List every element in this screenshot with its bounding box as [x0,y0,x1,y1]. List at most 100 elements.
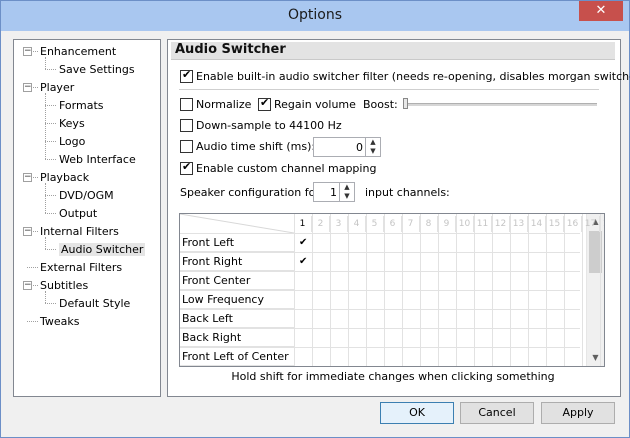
cancel-button[interactable]: Cancel [460,402,534,424]
ok-button[interactable]: OK [380,402,454,424]
scroll-down-icon[interactable]: ▼ [587,350,604,366]
time-shift-spinner[interactable]: 0 ▲ ▼ [313,137,381,157]
grid-column-header: 5 [366,216,384,232]
tree-item-label: Logo [59,135,86,148]
tree-item-label: Formats [59,99,104,112]
collapse-icon[interactable]: − [23,281,32,290]
tree-item-label: Keys [59,117,85,130]
regain-volume-label[interactable]: Regain volume [274,98,356,111]
check-icon[interactable]: ✔ [299,237,307,248]
grid-row-label: Front Left of Center [180,347,294,366]
grid-column-header: 15 [546,216,564,232]
tree-connector [45,249,56,250]
tree-item-external-filters[interactable]: External Filters [40,259,122,276]
collapse-icon[interactable]: − [23,173,32,182]
collapse-icon[interactable]: − [23,83,32,92]
tree-item-logo[interactable]: Logo [59,133,85,150]
tree-item-label: Default Style [59,297,131,310]
tree-item-subtitles[interactable]: Subtitles [40,277,88,294]
boost-label: Boost: [363,98,398,111]
tree-connector [45,69,56,70]
custom-mapping-label[interactable]: Enable custom channel mapping [196,162,376,175]
tree-item-playback[interactable]: Playback [40,169,89,186]
grid-corner [180,214,294,233]
collapse-icon[interactable]: − [23,47,32,56]
tree-item-label: Web Interface [59,153,136,166]
grid-column-header: 1 [294,216,312,232]
tree-connector [45,237,46,249]
collapse-icon[interactable]: − [23,227,32,236]
tree-item-label: External Filters [40,261,123,274]
grid-column-header: 13 [510,216,528,232]
spin-down-icon[interactable]: ▼ [365,147,380,156]
grid-line [582,214,583,366]
tree-connector [45,291,46,303]
tree-connector [45,93,46,159]
tree-item-enhancement[interactable]: Enhancement [40,43,116,60]
grid-line [180,366,580,367]
check-icon[interactable]: ✔ [299,256,307,267]
tree-item-default-style[interactable]: Default Style [59,295,130,312]
channel-mapping-grid[interactable]: ▲ ▼ 123456789101112131415161718Front Lef… [179,213,605,367]
grid-column-header: 14 [528,216,546,232]
spin-up-icon[interactable]: ▲ [339,183,354,192]
grid-column-header: 8 [420,216,438,232]
time-shift-label[interactable]: Audio time shift (ms): [196,140,315,153]
normalize-label[interactable]: Normalize [196,98,251,111]
tree-item-label: Audio Switcher [59,243,146,256]
tree-item-save-settings[interactable]: Save Settings [59,61,135,78]
tree-item-label: Internal Filters [40,225,119,238]
divider [179,89,599,90]
grid-column-header: 4 [348,216,366,232]
speaker-config-value[interactable]: 1 [330,186,337,199]
grid-row-label: Back Right [180,328,294,347]
grid-column-header: 16 [564,216,582,232]
tree-item-output[interactable]: Output [59,205,97,222]
tree-connector [45,57,46,69]
grid-column-header: 11 [474,216,492,232]
enable-switcher-checkbox[interactable] [180,68,193,83]
downsample-checkbox[interactable] [180,119,193,132]
custom-mapping-checkbox[interactable] [180,160,193,175]
page-title: Audio Switcher [175,42,286,57]
time-shift-value[interactable]: 0 [356,141,363,154]
spin-down-icon[interactable]: ▼ [339,192,354,201]
grid-column-header: 6 [384,216,402,232]
tree-item-dvd-ogm[interactable]: DVD/OGM [59,187,114,204]
tree-item-web-interface[interactable]: Web Interface [59,151,136,168]
grid-column-header: 10 [456,216,474,232]
regain-volume-checkbox[interactable] [258,96,271,111]
speaker-config-spinner[interactable]: 1 ▲ ▼ [313,182,355,202]
spin-up-icon[interactable]: ▲ [365,138,380,147]
tree-item-formats[interactable]: Formats [59,97,104,114]
tree-item-keys[interactable]: Keys [59,115,85,132]
tree-connector [45,141,56,142]
grid-scrollbar[interactable]: ▲ ▼ [586,214,604,366]
title-bar: Options ✕ [1,1,629,31]
tree-item-tweaks[interactable]: Tweaks [40,313,80,330]
options-tree[interactable]: Enhancement − Save Settings Player − Formats K… [13,39,161,397]
tree-connector [27,321,38,322]
tree-connector [45,105,56,106]
tree-item-label: Output [59,207,98,220]
grid-column-header: 9 [438,216,456,232]
tree-item-label: Save Settings [59,63,135,76]
close-icon[interactable]: ✕ [579,1,623,21]
apply-button[interactable]: Apply [541,402,615,424]
tree-connector [27,267,38,268]
tree-item-label: Subtitles [40,279,89,292]
boost-slider[interactable] [405,103,597,106]
tree-item-internal-filters[interactable]: Internal Filters [40,223,119,240]
normalize-checkbox[interactable] [180,98,193,111]
tree-item-label: DVD/OGM [59,189,114,202]
downsample-label[interactable]: Down-sample to 44100 Hz [196,119,342,132]
options-window: Options ✕ Enhancement − Save Settings Playe… [0,0,630,438]
speaker-config-label: Speaker configuration for [180,186,320,199]
boost-slider-thumb[interactable] [403,98,408,109]
grid-line [600,214,601,366]
grid-column-header: 12 [492,216,510,232]
enable-switcher-label[interactable]: Enable built-in audio switcher filter (n… [196,70,630,83]
tree-item-audio-switcher[interactable]: Audio Switcher [59,241,146,258]
time-shift-checkbox[interactable] [180,140,193,153]
tree-connector [45,123,56,124]
